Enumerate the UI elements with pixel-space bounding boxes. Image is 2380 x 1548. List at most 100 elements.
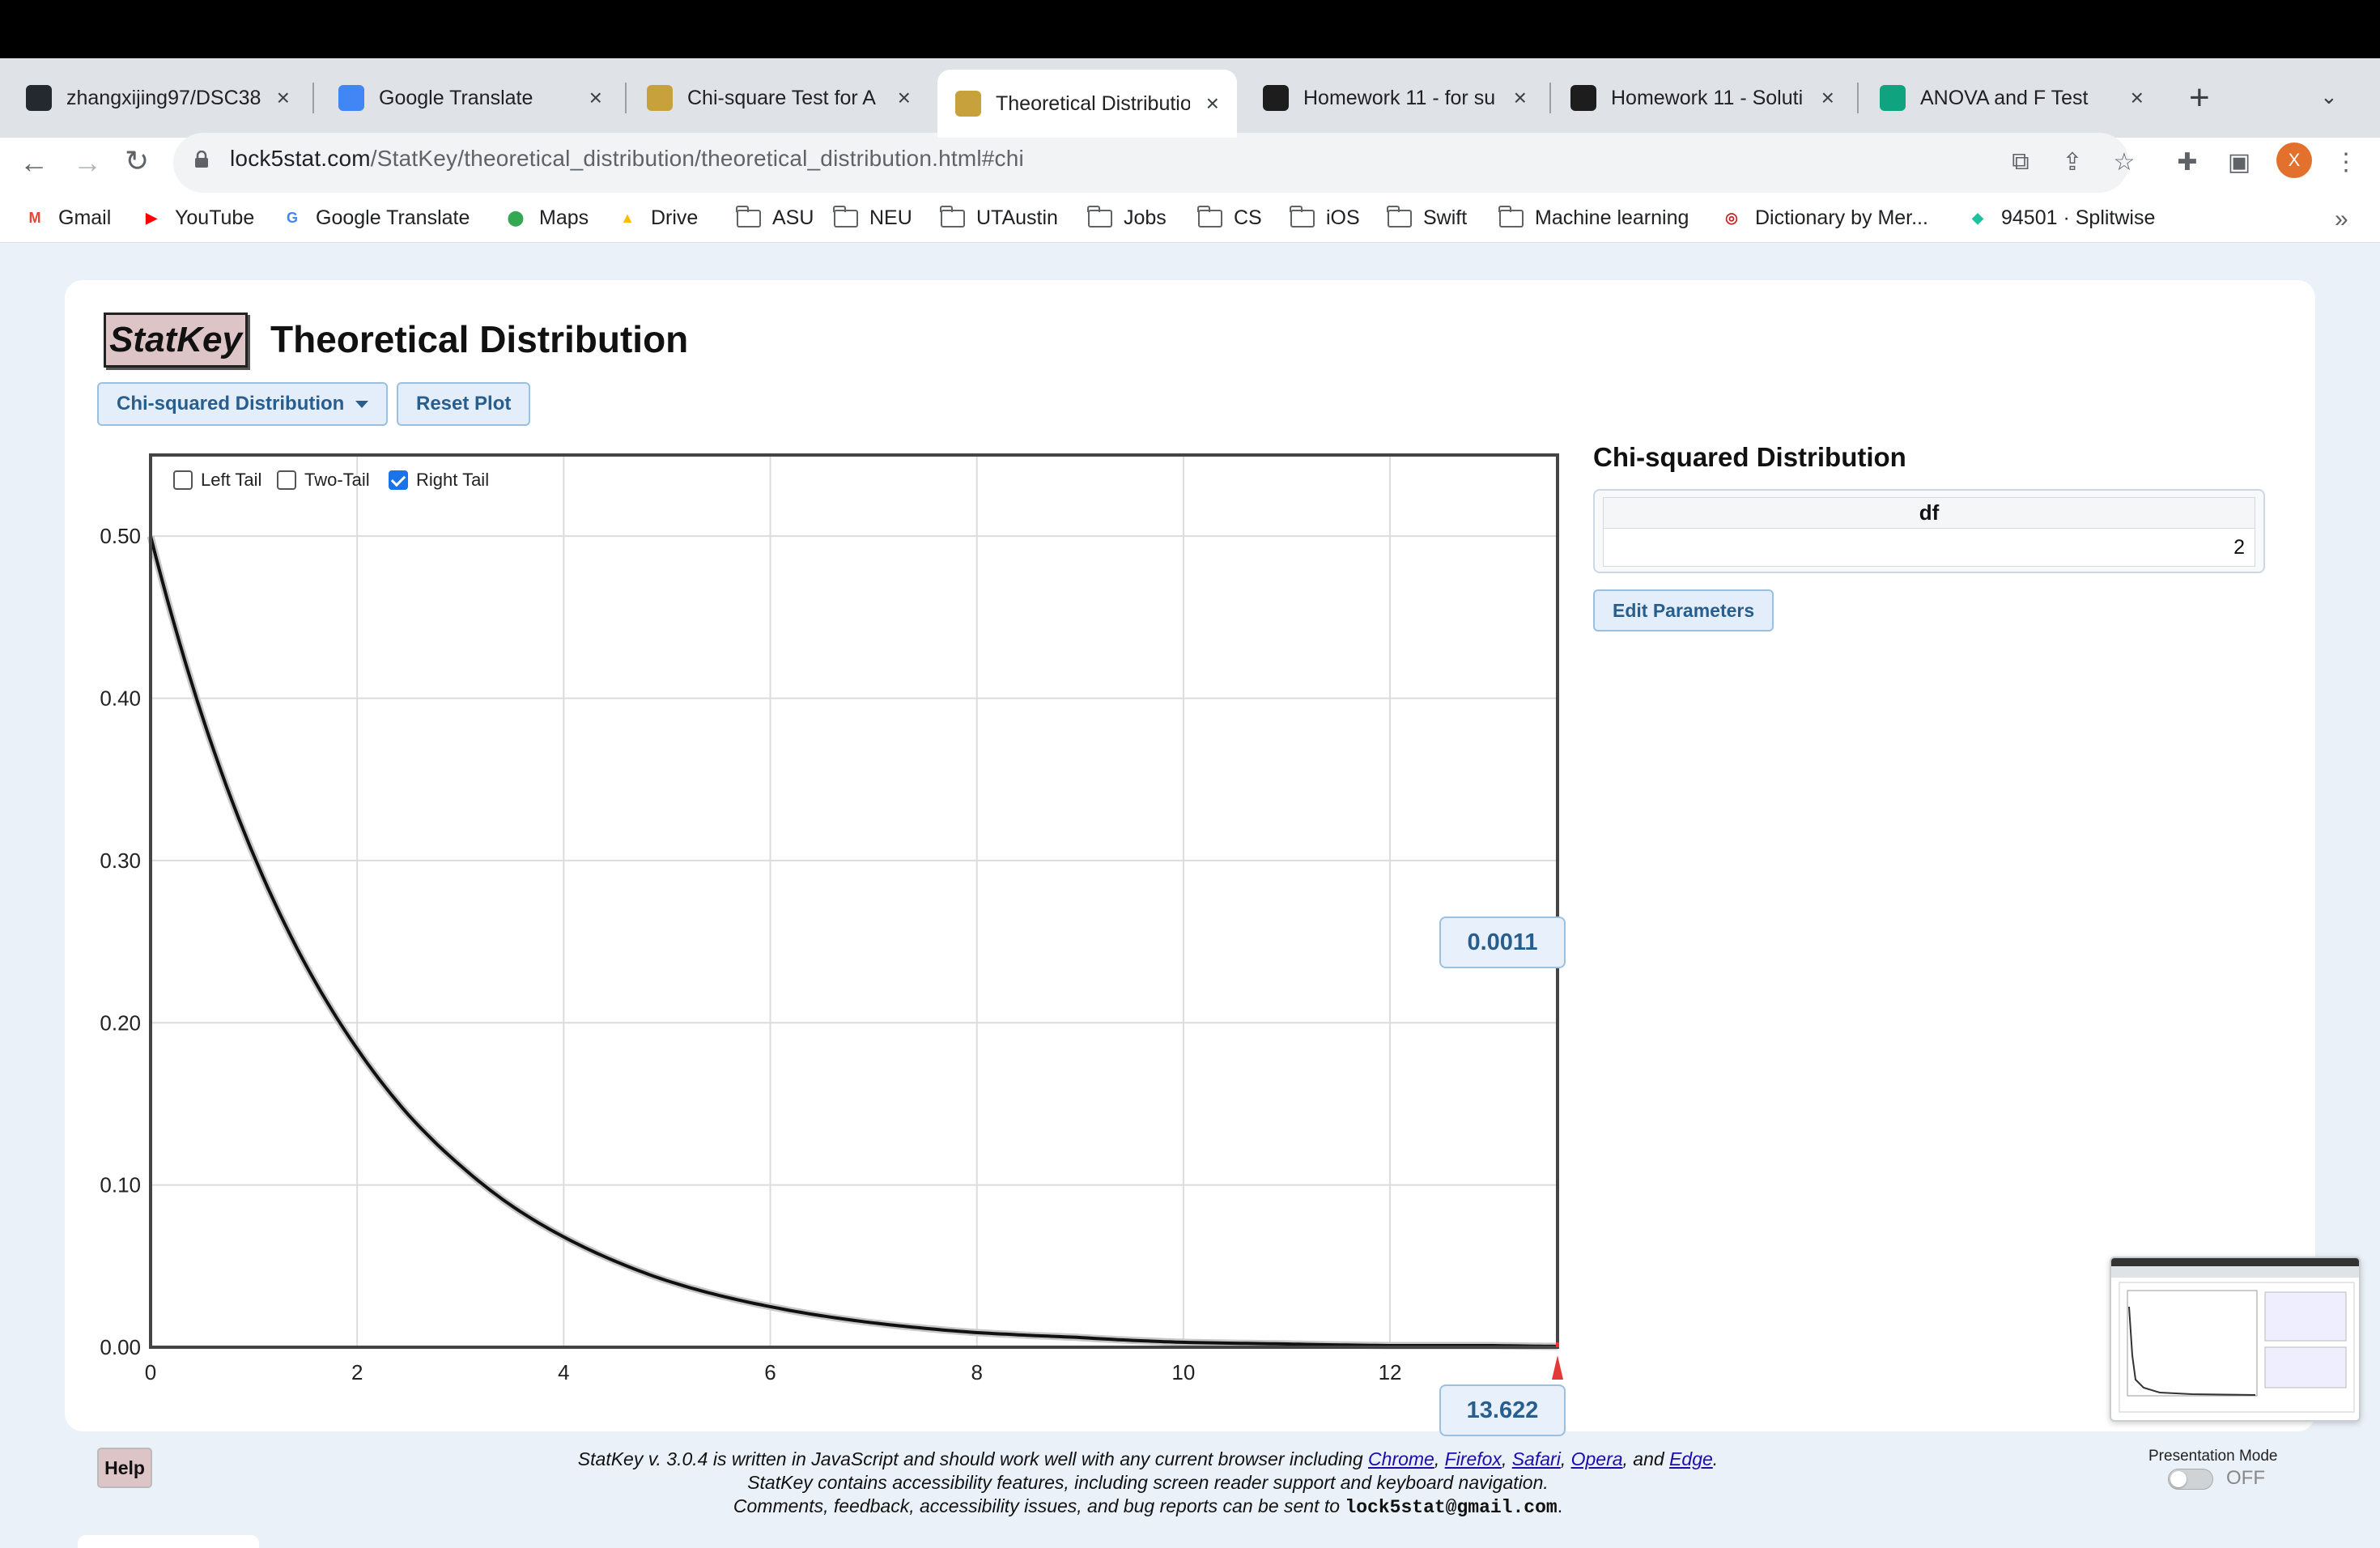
bookmark-label: NEU <box>869 206 912 229</box>
right-tail-option[interactable]: Right Tail <box>389 470 489 491</box>
bookmark-dictionary-by-mer[interactable]: ◎ Dictionary by Mer... <box>1719 206 1928 230</box>
distribution-dropdown[interactable]: Chi-squared Distribution <box>97 382 389 426</box>
edx-icon <box>1570 85 1596 111</box>
chrome-link[interactable]: Chrome <box>1368 1448 1434 1469</box>
bookmark-star-icon[interactable]: ☆ <box>2110 147 2139 176</box>
footer-line-3: Comments, feedback, accessibility issues… <box>733 1495 1563 1518</box>
extensions-icon[interactable]: ✚ <box>2173 147 2202 176</box>
close-icon[interactable]: × <box>898 85 911 111</box>
bookmark-label: Gmail <box>58 206 112 229</box>
tab-1[interactable]: zhangxijing97/DSC38 × <box>8 70 308 126</box>
x-tick-label: 8 <box>971 1360 982 1384</box>
left-tail-checkbox[interactable] <box>173 470 193 490</box>
close-icon[interactable]: × <box>277 85 290 111</box>
chatgpt-icon <box>1880 85 1906 111</box>
tab-search-chevron-icon[interactable]: ⌄ <box>2320 84 2338 109</box>
merriam-webster-icon: ◎ <box>1725 210 1738 226</box>
bookmark-maps[interactable]: ⬤ Maps <box>504 206 589 230</box>
safari-link[interactable]: Safari <box>1512 1448 1561 1469</box>
youtube-icon: ▶ <box>146 210 157 226</box>
bookmark-label: CS <box>1234 206 1262 229</box>
bookmark-ios[interactable]: iOS <box>1290 205 1360 230</box>
tab-separator <box>1857 83 1859 113</box>
back-icon[interactable]: ← <box>19 146 49 180</box>
opera-link[interactable]: Opera <box>1571 1448 1623 1469</box>
profile-avatar[interactable]: X <box>2276 142 2312 178</box>
tab-separator <box>312 83 314 113</box>
tab-title: Google Translate <box>379 86 533 109</box>
side-panel-icon[interactable]: ▣ <box>2225 147 2254 176</box>
bookmark-label: Machine learning <box>1535 206 1689 229</box>
tab-title: Chi-square Test for A <box>687 86 876 109</box>
close-icon[interactable]: × <box>589 85 602 111</box>
bookmark-jobs[interactable]: Jobs <box>1087 205 1167 230</box>
firefox-link[interactable]: Firefox <box>1445 1448 1502 1469</box>
bookmark-youtube[interactable]: ▶ YouTube <box>139 206 254 230</box>
more-bookmarks-icon[interactable]: » <box>2335 206 2348 233</box>
github-icon <box>26 85 52 111</box>
x-tick-label: 0 <box>145 1360 156 1384</box>
bookmark-google-translate[interactable]: G Google Translate <box>280 206 470 230</box>
tab-2[interactable]: Google Translate × <box>321 70 620 126</box>
bookmark-94501-splitwise[interactable]: ◆ 94501 · Splitwise <box>1966 206 2155 230</box>
reset-plot-button[interactable]: Reset Plot <box>397 382 531 426</box>
new-tab-icon[interactable]: + <box>2189 78 2210 118</box>
tab-4[interactable]: Theoretical Distributio × <box>937 70 1237 138</box>
tail-probability-box[interactable]: 0.0011 <box>1439 916 1566 968</box>
url-text[interactable]: lock5stat.com/StatKey/theoretical_distri… <box>230 146 1024 172</box>
bookmark-neu[interactable]: NEU <box>833 205 912 230</box>
left-tail-option[interactable]: Left Tail <box>173 470 261 491</box>
bookmark-asu[interactable]: ASU <box>736 205 814 230</box>
plot-area <box>151 455 1558 1347</box>
close-icon[interactable]: × <box>1206 91 1219 117</box>
tab-5[interactable]: Homework 11 - for su × <box>1245 70 1545 126</box>
cutoff-value-box[interactable]: 13.622 <box>1439 1384 1566 1436</box>
bookmark-machine-learning[interactable]: Machine learning <box>1498 205 1689 230</box>
y-tick-label: 0.00 <box>100 1335 141 1359</box>
close-icon[interactable]: × <box>2131 85 2144 111</box>
translate-page-icon[interactable]: ⧉ <box>2006 147 2035 176</box>
tab-title: Homework 11 - Soluti <box>1611 86 1804 109</box>
df-value: 2 <box>2233 535 2245 559</box>
presentation-mode-toggle[interactable] <box>2168 1469 2213 1490</box>
folder-icon <box>940 205 965 229</box>
reload-icon[interactable]: ↻ <box>125 144 149 178</box>
right-tail-checkbox[interactable] <box>389 470 408 490</box>
bookmark-drive[interactable]: ▲ Drive <box>615 206 698 230</box>
bookmark-label: YouTube <box>175 206 255 229</box>
tab-3[interactable]: Chi-square Test for A × <box>629 70 929 126</box>
tab-title: Theoretical Distributio <box>996 91 1190 115</box>
distribution-heading: Chi-squared Distribution <box>1593 442 1906 472</box>
folder-icon <box>1387 205 1412 229</box>
left-tail-label: Left Tail <box>201 470 262 490</box>
bookmark-gmail[interactable]: M Gmail <box>23 206 112 230</box>
share-icon[interactable]: ⇪ <box>2058 147 2087 176</box>
two-tail-option[interactable]: Two-Tail <box>277 470 370 491</box>
google-translate-icon <box>338 85 364 111</box>
thumbnail-preview-icon <box>2111 1258 2359 1413</box>
parameter-table: df 2 <box>1593 489 2265 573</box>
tab-7[interactable]: ANOVA and F Test × <box>1862 70 2161 126</box>
close-icon[interactable]: × <box>1514 85 1527 111</box>
contact-email[interactable]: lock5stat@gmail.com <box>1345 1497 1557 1518</box>
tab-6[interactable]: Homework 11 - Soluti × <box>1553 70 1852 126</box>
lock5-icon <box>647 85 673 111</box>
edge-link[interactable]: Edge <box>1669 1448 1713 1469</box>
x-tick-label: 6 <box>764 1360 776 1384</box>
footer-line-1-text: StatKey v. 3.0.4 is written in JavaScrip… <box>577 1448 1369 1469</box>
close-icon[interactable]: × <box>1821 85 1834 111</box>
presentation-mode-state: OFF <box>2226 1467 2265 1489</box>
menu-kebab-icon[interactable]: ⋮ <box>2331 147 2361 176</box>
page-title: Theoretical Distribution <box>270 318 689 360</box>
bookmark-utaustin[interactable]: UTAustin <box>940 205 1058 230</box>
bookmark-swift[interactable]: Swift <box>1387 205 1467 230</box>
statkey-logo[interactable]: StatKey <box>104 313 248 368</box>
screenshot-thumbnail[interactable] <box>2110 1257 2361 1422</box>
edit-parameters-button[interactable]: Edit Parameters <box>1593 589 1774 632</box>
edx-icon <box>1263 85 1289 111</box>
bookmark-cs[interactable]: CS <box>1197 205 1262 230</box>
forward-icon[interactable]: → <box>73 146 102 180</box>
x-tick-label: 12 <box>1379 1360 1402 1384</box>
google-translate-icon: G <box>286 210 298 226</box>
two-tail-checkbox[interactable] <box>277 470 296 490</box>
